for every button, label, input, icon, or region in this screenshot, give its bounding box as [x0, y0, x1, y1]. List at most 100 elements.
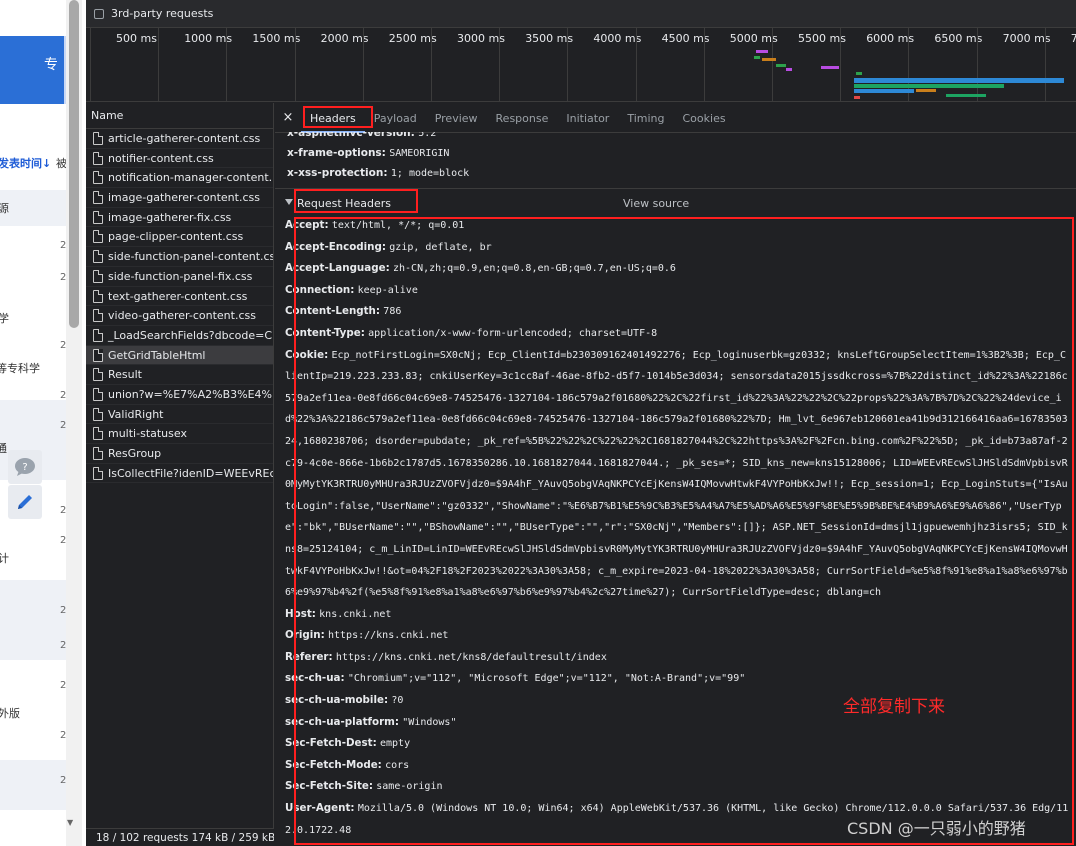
request-list: Name article-gatherer-content.css notifie… [86, 103, 274, 846]
pencil-icon [18, 495, 32, 509]
document-icon [93, 348, 103, 362]
sort-by-date[interactable]: 发表时间↓ [0, 155, 51, 171]
chat-bubble-icon: ? [15, 458, 35, 476]
request-name: Result [108, 368, 142, 382]
tab-payload[interactable]: Payload [365, 103, 426, 133]
timeline-gridline [772, 28, 773, 102]
tab-preview[interactable]: Preview [426, 103, 487, 133]
timeline-tick-label: 6500 ms [934, 32, 983, 45]
page-scrollbar-thumb[interactable] [69, 0, 79, 328]
request-name: video-gatherer-content.css [108, 309, 256, 323]
timeline-tick-label: 3000 ms [457, 32, 505, 45]
request-row[interactable]: Result [86, 365, 273, 385]
request-name: notifier-content.css [108, 151, 214, 165]
request-row[interactable]: ResGroup [86, 444, 273, 464]
close-icon[interactable]: × [275, 110, 301, 125]
timeline-gridline [158, 28, 160, 102]
timeline-tick-label: 5000 ms [729, 32, 778, 45]
timeline-tick-label: 2500 ms [388, 32, 437, 45]
request-row[interactable]: notification-manager-content... [86, 168, 273, 189]
tab-cookies[interactable]: Cookies [674, 103, 735, 133]
document-icon [93, 387, 103, 401]
request-row[interactable]: IsCollectFile?idenID=WEEvREc... [86, 464, 273, 484]
response-header-row: x-xss-protection: 1; mode=block [287, 163, 469, 184]
search-card[interactable]: 专 [0, 36, 64, 104]
request-row[interactable]: text-gatherer-content.css [86, 287, 273, 307]
document-icon [93, 289, 103, 303]
request-row[interactable]: page-clipper-content.css [86, 227, 273, 248]
document-icon [93, 230, 103, 244]
name-column-header[interactable]: Name [86, 103, 273, 129]
tab-initiator[interactable]: Initiator [557, 103, 618, 133]
request-row[interactable]: image-gatherer-content.css [86, 188, 273, 208]
timeline-tick-label: 3500 ms [525, 32, 574, 45]
request-row[interactable]: ValidRight [86, 405, 273, 425]
request-row[interactable]: union?w=%E7%A2%B3%E4%B... [86, 385, 273, 405]
request-row[interactable]: side-function-panel-content.css [86, 247, 273, 267]
result-fragment: 学 [0, 312, 9, 325]
request-row[interactable]: video-gatherer-content.css [86, 306, 273, 326]
result-fragment: 外版 [0, 707, 20, 720]
request-name: side-function-panel-fix.css [108, 269, 253, 283]
highlight-request-headers-list [294, 217, 1074, 845]
request-name: image-gatherer-fix.css [108, 210, 232, 224]
third-party-checkbox[interactable] [94, 8, 104, 19]
request-name: notification-manager-content... [108, 171, 273, 185]
feedback-button[interactable]: ? [8, 450, 42, 484]
request-name: text-gatherer-content.css [108, 289, 248, 303]
request-name: _LoadSearchFields?dbcode=CF... [108, 328, 273, 342]
timeline-gridline [499, 28, 501, 102]
timeline-gridline [635, 28, 637, 102]
header-value: 1; mode=block [390, 168, 470, 179]
result-fragment: 计 [0, 552, 9, 565]
scroll-down-arrow-icon[interactable]: ▼ [67, 818, 73, 827]
header-value: SAMEORIGIN [389, 148, 450, 159]
document-icon [93, 447, 103, 460]
timeline-gridline [90, 28, 91, 102]
request-row[interactable]: _LoadSearchFields?dbcode=CF... [86, 326, 273, 346]
edit-button[interactable] [8, 485, 42, 519]
timeline-tick-label: 500 ms [116, 32, 157, 45]
result-row-band [0, 760, 66, 810]
result-row-band [0, 190, 66, 226]
request-row[interactable]: image-gatherer-fix.css [86, 208, 273, 228]
request-row[interactable]: article-gatherer-content.css [86, 129, 273, 149]
document-icon [93, 250, 103, 264]
request-row[interactable]: GetGridTableHtml [86, 345, 273, 366]
timeline-overview[interactable]: 500 ms 1000 ms 1500 ms 2000 ms 2500 ms 3000 m… [86, 28, 1076, 102]
document-icon [93, 368, 103, 382]
timeline-gridline [362, 28, 364, 102]
tab-timing[interactable]: Timing [618, 103, 673, 133]
document-icon [93, 466, 103, 480]
highlight-headers-tab [303, 106, 373, 128]
result-fragment: 源 [0, 202, 9, 215]
request-row[interactable]: side-function-panel-fix.css [86, 267, 273, 287]
header-name: x-xss-protection: [287, 167, 388, 179]
view-source-link[interactable]: View source [623, 197, 689, 210]
timeline-tick-label: 1000 ms [184, 32, 233, 45]
request-name: union?w=%E7%A2%B3%E4%B... [108, 387, 273, 401]
timeline-tick-label: 1500 ms [252, 32, 301, 45]
request-name: article-gatherer-content.css [108, 132, 261, 145]
document-icon [93, 269, 103, 283]
timeline-tick-label: 7000 ms [1002, 32, 1051, 45]
request-row[interactable]: multi-statusex [86, 424, 273, 444]
timeline-gridline [431, 28, 432, 102]
timeline-gridline [1044, 28, 1046, 102]
request-name: IsCollectFile?idenID=WEEvREc... [108, 466, 273, 480]
request-summary: 18 / 102 requests 174 kB / 259 kB t [86, 828, 274, 846]
timeline-tick-label: 5500 ms [798, 32, 846, 45]
document-icon [93, 210, 103, 224]
request-name: image-gatherer-content.css [108, 191, 260, 205]
document-icon [93, 309, 103, 323]
timeline-gridline [294, 28, 296, 102]
expand-triangle-icon[interactable] [285, 199, 293, 205]
result-fragment: 通 [0, 442, 7, 455]
filter-bar: 3rd-party requests [86, 0, 1076, 28]
document-icon [93, 328, 103, 342]
tab-response[interactable]: Response [487, 103, 558, 133]
timeline-tick-label: 750 [1070, 32, 1076, 45]
request-row[interactable]: notifier-content.css [86, 149, 273, 169]
document-icon [93, 407, 103, 421]
timeline-gridline [226, 28, 228, 102]
